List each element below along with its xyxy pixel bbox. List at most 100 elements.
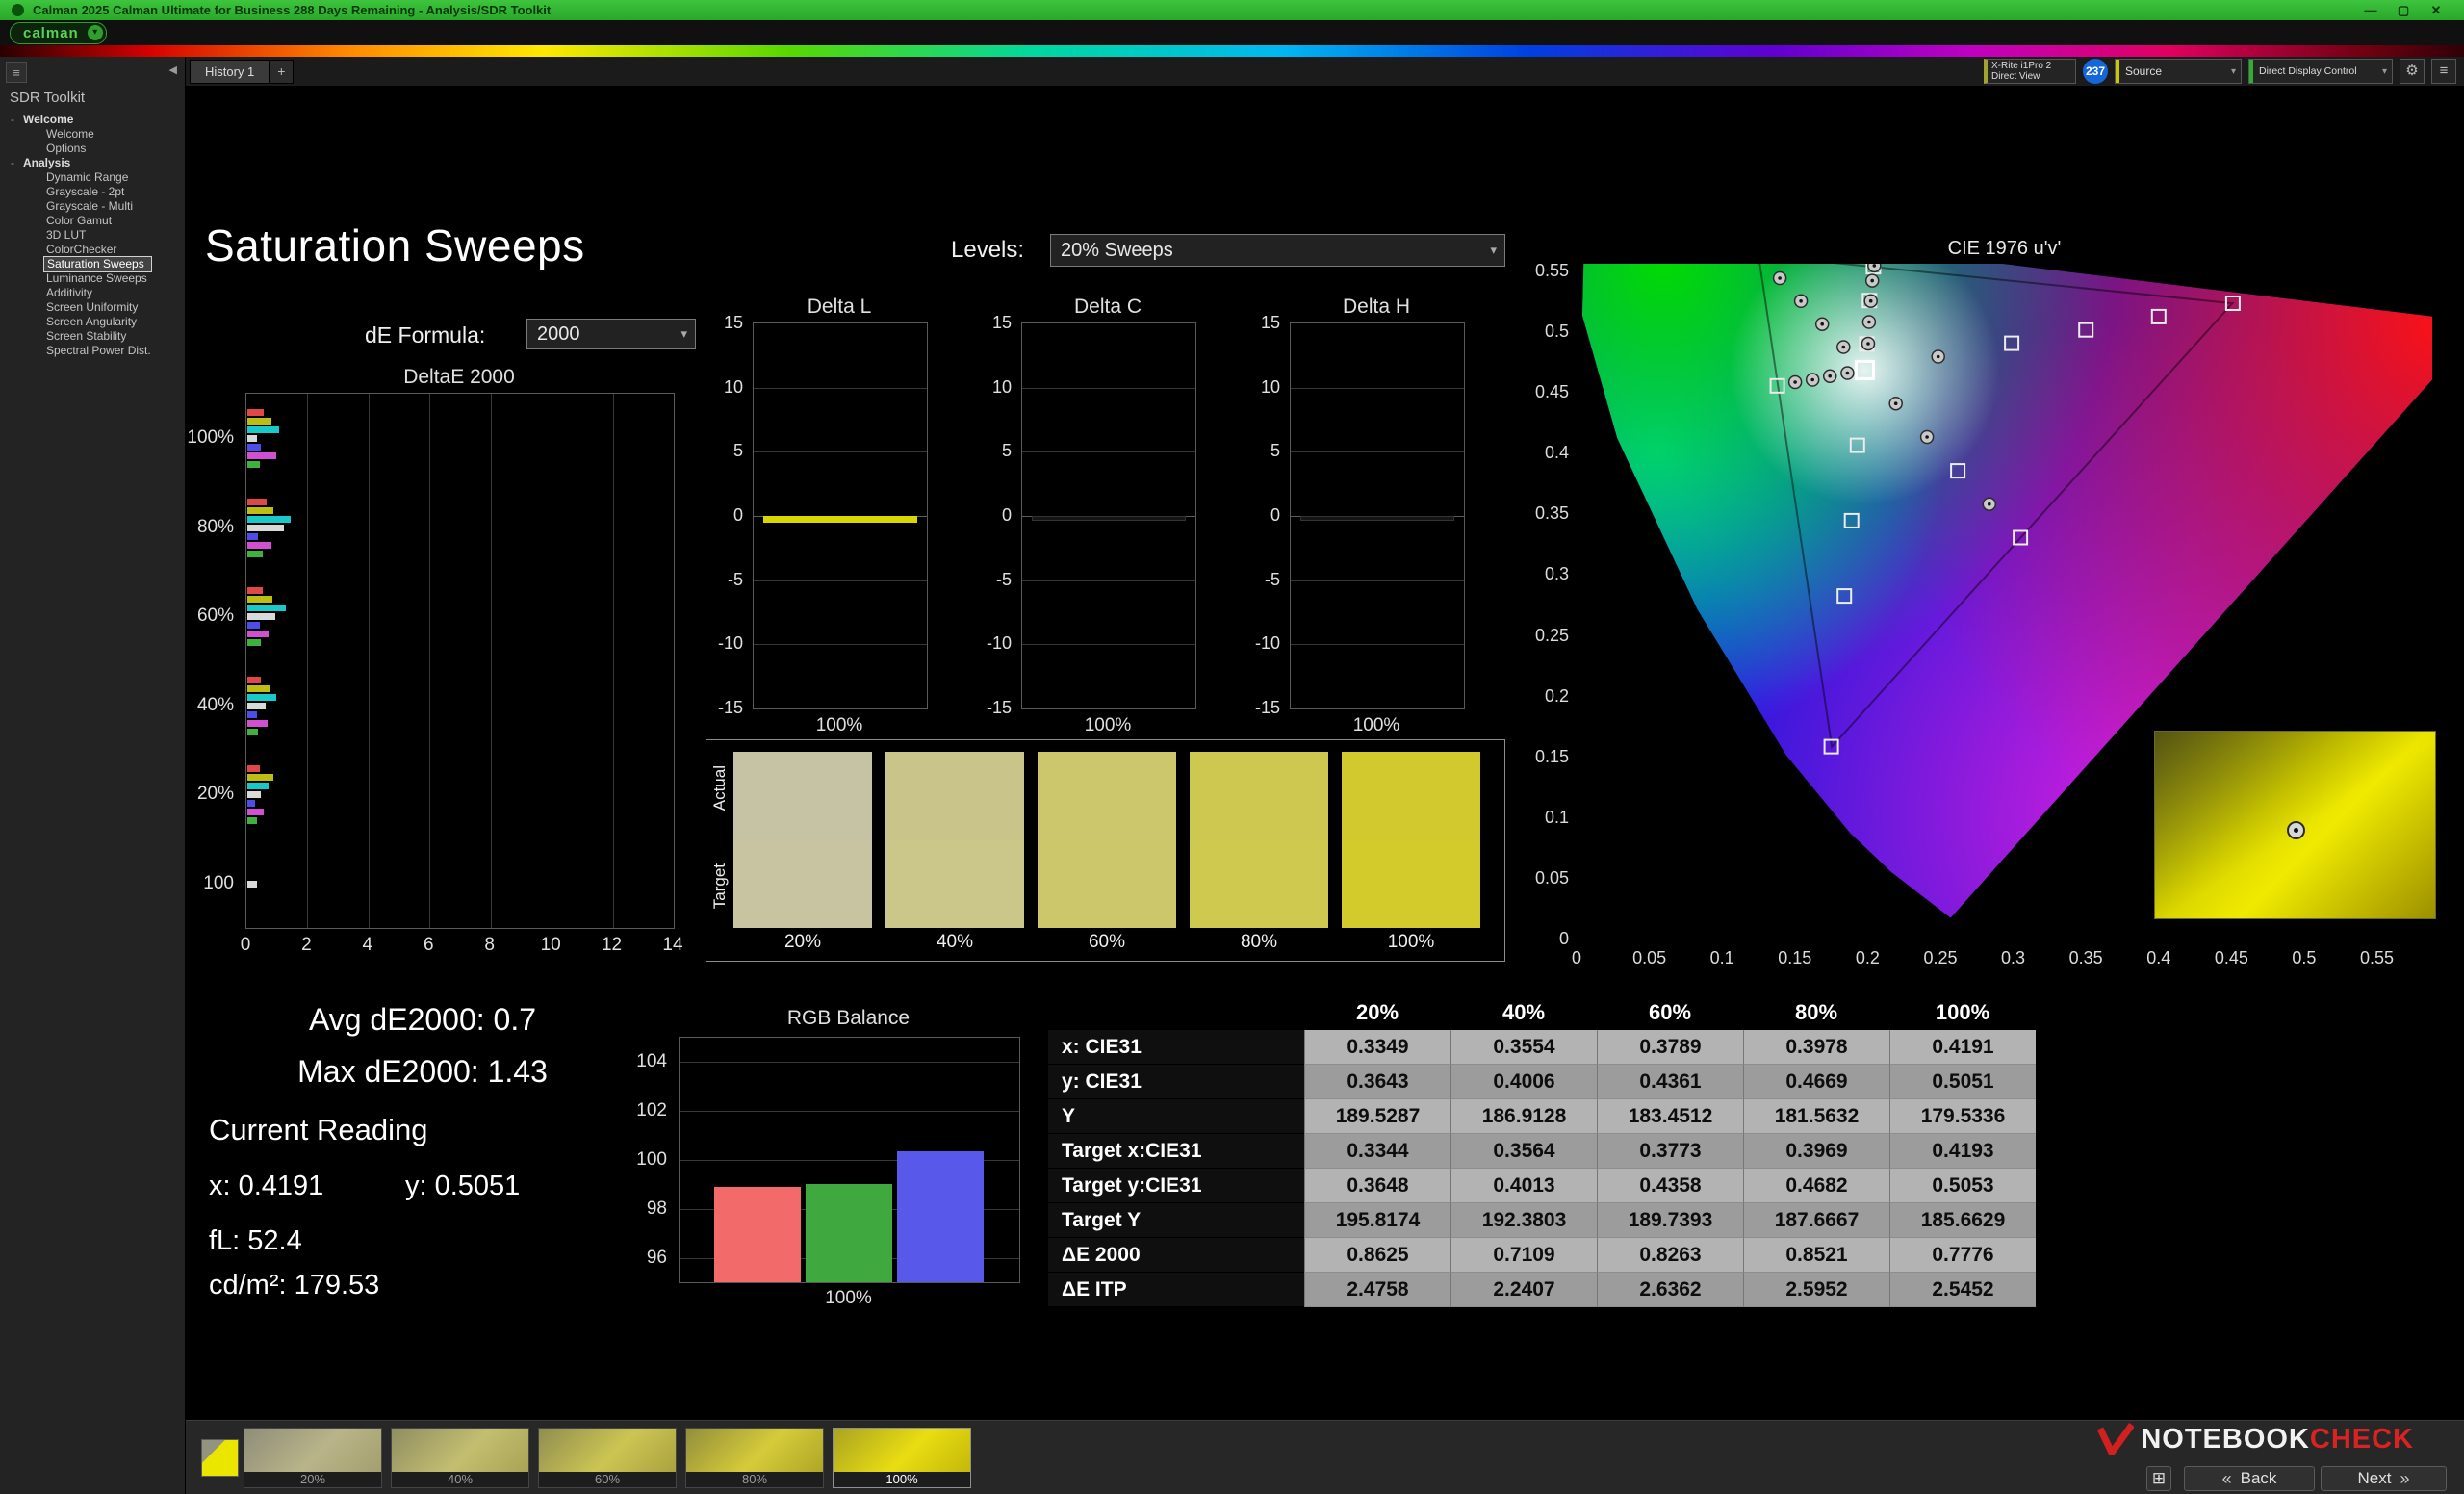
sidebar-menu-icon[interactable]: ≡	[6, 62, 27, 83]
deltae-bar	[247, 774, 273, 781]
grid-view-icon[interactable]: ⊞	[2146, 1466, 2171, 1491]
delta-value-bar	[1300, 516, 1454, 521]
sidebar-item-screen-uniformity[interactable]: Screen Uniformity	[0, 300, 185, 315]
meter-button[interactable]: X-Rite i1Pro 2 Direct View	[1984, 59, 2076, 84]
rgb-balance-chart	[679, 1037, 1020, 1283]
sidebar-group-label: Analysis	[23, 156, 70, 169]
source-select[interactable]: Source ▾	[2115, 59, 2242, 84]
sidebar-item-screen-stability[interactable]: Screen Stability	[0, 329, 185, 344]
table-cell: 0.3969	[1743, 1134, 1889, 1169]
result-thumb-60[interactable]: 60%	[538, 1428, 677, 1488]
deltae-chart	[245, 393, 675, 929]
swatch-60	[1038, 752, 1176, 928]
collapse-glyph-icon[interactable]: -	[11, 156, 14, 170]
deltae-bar	[247, 605, 286, 611]
sidebar-item-color-gamut[interactable]: Color Gamut	[0, 214, 185, 228]
delta-gridline	[1291, 580, 1464, 581]
sidebar-item-options[interactable]: Options	[0, 142, 185, 156]
workspace-menu-icon[interactable]: ≡	[2431, 59, 2456, 84]
minimize-button[interactable]: —	[2354, 3, 2387, 17]
result-thumb-20[interactable]: 20%	[244, 1428, 382, 1488]
current-reading-title: Current Reading	[209, 1113, 427, 1147]
result-thumb-label: 60%	[539, 1472, 676, 1487]
table-col-header: 20%	[1304, 995, 1450, 1030]
swatch-40	[886, 752, 1024, 928]
meter-name: X-Rite i1Pro 2	[1991, 61, 2071, 71]
de-formula-select[interactable]: 2000 ▾	[526, 319, 696, 349]
levels-select[interactable]: 20% Sweeps ▾	[1050, 234, 1505, 267]
table-row-label: Y	[1048, 1099, 1304, 1134]
levels-value: 20% Sweeps	[1051, 240, 1490, 262]
cie-y-tick-label: 0.35	[1523, 503, 1569, 524]
cie-measurement-dot	[1820, 322, 1824, 326]
swatch-column-40: 40%	[886, 752, 1024, 953]
deltae-row-label: 100	[186, 873, 234, 894]
calman-logo-menu[interactable]: calman ▾	[10, 22, 107, 44]
delta-c-y-axis: 151050-5-10-15	[981, 322, 1015, 708]
sidebar-item-dynamic-range[interactable]: Dynamic Range	[0, 170, 185, 185]
add-tab-button[interactable]: +	[270, 60, 294, 84]
table-cell: 186.9128	[1450, 1099, 1597, 1134]
sidebar-item-welcome[interactable]: Welcome	[0, 127, 185, 142]
swatch-actual	[1342, 752, 1480, 840]
measurement-count-badge[interactable]: 237	[2083, 59, 2108, 84]
delta-l-x-label: 100%	[753, 715, 926, 736]
sidebar-item-3d-lut[interactable]: 3D LUT	[0, 228, 185, 243]
swatch-label: 80%	[1190, 932, 1328, 953]
deltae-gridline	[429, 394, 430, 928]
delta-gridline	[1291, 451, 1464, 452]
cie-inset-measurement-marker	[2287, 821, 2305, 839]
cie-x-tick-label: 0.45	[2202, 948, 2260, 968]
close-button[interactable]: ✕	[2420, 3, 2452, 18]
sidebar-item-colorchecker[interactable]: ColorChecker	[0, 243, 185, 257]
next-button[interactable]: Next »	[2321, 1466, 2447, 1491]
sidebar-item-additivity[interactable]: Additivity	[0, 286, 185, 300]
deltae-x-tick-label: 12	[593, 935, 631, 956]
sidebar-item-screen-angularity[interactable]: Screen Angularity	[0, 315, 185, 329]
sidebar-group-welcome[interactable]: -Welcome	[0, 113, 185, 127]
cie-x-tick-label: 0.4	[2130, 948, 2188, 968]
sidebar-item-grayscale-multi[interactable]: Grayscale - Multi	[0, 199, 185, 214]
actual-label: Actual	[710, 765, 730, 811]
display-control-select[interactable]: Direct Display Control ▾	[2248, 59, 2393, 84]
deltae-x-tick-label: 2	[287, 935, 325, 956]
deltae-bar	[247, 685, 270, 692]
target-label: Target	[710, 863, 730, 909]
result-thumb-100[interactable]: 100%	[833, 1428, 971, 1488]
sidebar-item-luminance-sweeps[interactable]: Luminance Sweeps	[0, 271, 185, 286]
source-accent	[2116, 60, 2119, 83]
delta-l-chart: Delta L 151050-5-10-15 100%	[712, 296, 928, 738]
result-thumb-40[interactable]: 40%	[391, 1428, 529, 1488]
sidebar-group-analysis[interactable]: -Analysis	[0, 156, 185, 170]
sidebar-item-grayscale-2pt[interactable]: Grayscale - 2pt	[0, 185, 185, 199]
back-button[interactable]: « Back	[2184, 1466, 2315, 1491]
delta-y-tick-label: 10	[1249, 377, 1280, 398]
delta-c-title: Delta C	[1021, 296, 1194, 319]
deltae-bar	[247, 444, 261, 451]
delta-y-tick-label: -10	[1249, 633, 1280, 654]
deltae-bar	[247, 533, 258, 540]
deltae-chart-title: DeltaE 2000	[245, 366, 673, 389]
deltae-bar	[247, 525, 284, 531]
sidebar-item-spectral-power-dist[interactable]: Spectral Power Dist.	[0, 344, 185, 358]
rgb-gridline	[680, 1062, 1019, 1063]
delta-y-tick-label: 0	[981, 505, 1012, 526]
settings-gear-icon[interactable]: ⚙	[2400, 59, 2425, 84]
table-row-label: Target Y	[1048, 1203, 1304, 1238]
layout-thumbnail[interactable]	[201, 1439, 239, 1477]
result-thumb-80[interactable]: 80%	[685, 1428, 824, 1488]
table-cell: 0.4361	[1597, 1065, 1743, 1099]
sidebar-item-saturation-sweeps[interactable]: Saturation Sweeps	[44, 257, 151, 271]
cie-measurement-dot	[1988, 502, 1991, 506]
cie-measurement-dot	[1799, 299, 1803, 303]
delta-c-plot	[1021, 322, 1196, 709]
sidebar-collapse-icon[interactable]: ◀	[169, 64, 177, 76]
maximize-button[interactable]: ▢	[2387, 3, 2420, 18]
collapse-glyph-icon[interactable]: -	[11, 113, 14, 127]
deltae-row-label: 100%	[186, 427, 234, 449]
deltae-bar	[247, 783, 269, 789]
delta-gridline	[754, 451, 927, 452]
tab-history-1[interactable]: History 1	[190, 60, 270, 84]
table-cell: 0.5051	[1889, 1065, 2036, 1099]
delta-gridline	[1022, 451, 1195, 452]
